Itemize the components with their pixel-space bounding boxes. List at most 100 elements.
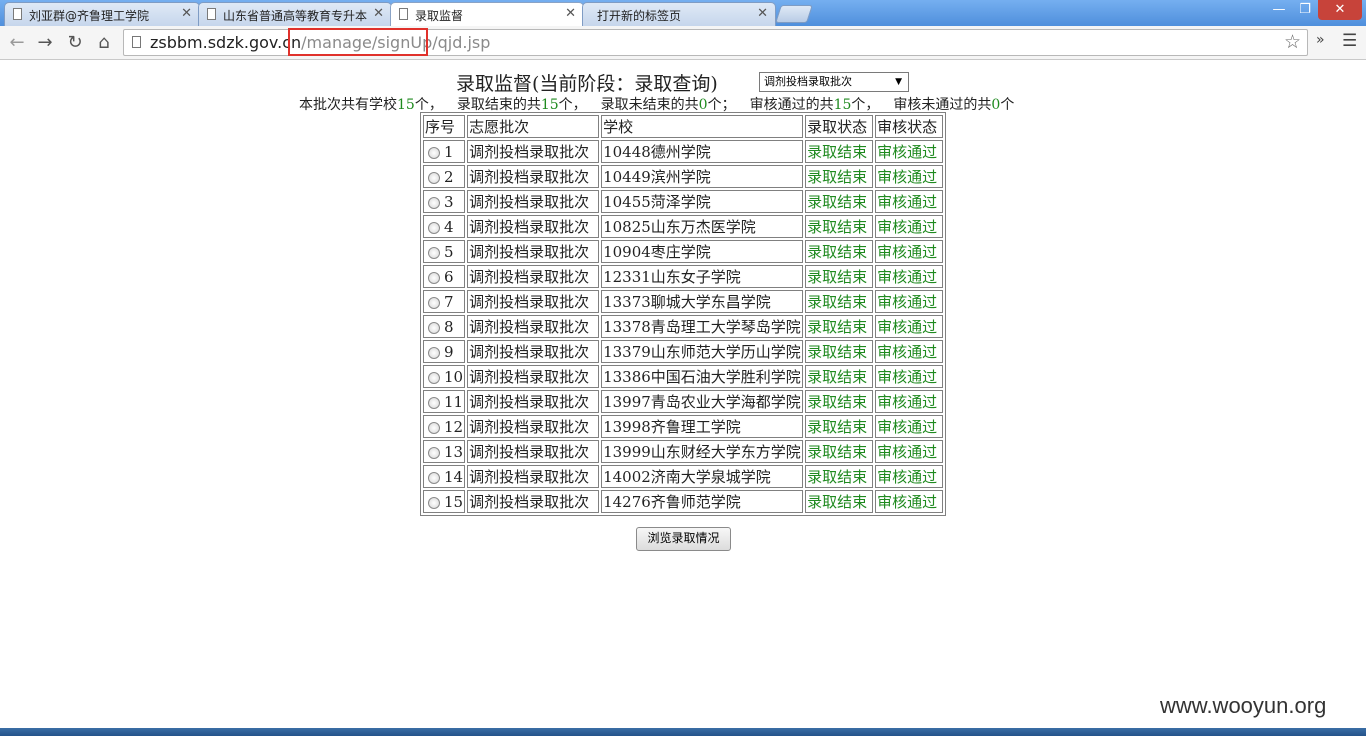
school-cell: 13997青岛农业大学海都学院 [601,390,804,413]
home-icon[interactable]: ⌂ [93,32,115,54]
audit-cell: 审核通过 [875,290,944,313]
new-tab-button[interactable] [775,5,813,23]
status-cell: 录取结束 [805,290,874,313]
row-seq: 1 [444,142,454,161]
column-header: 录取状态 [805,115,874,138]
batch-cell: 调剂投档录取批次 [467,390,600,413]
table-row: 8 调剂投档录取批次 13378青岛理工大学琴岛学院 录取结束 审核通过 [423,315,944,338]
batch-select[interactable]: 调剂投档录取批次 ▼ [759,72,909,92]
seq-cell: 1 [423,140,466,163]
row-radio[interactable] [428,146,440,159]
status-cell: 录取结束 [805,490,874,513]
table-row: 7 调剂投档录取批次 13373聊城大学东昌学院 录取结束 审核通过 [423,290,944,313]
menu-icon[interactable]: ☰ [1342,31,1357,51]
maximize-icon[interactable]: ❐ [1292,0,1318,20]
table-row: 6 调剂投档录取批次 12331山东女子学院 录取结束 审核通过 [423,265,944,288]
watermark: www.wooyun.org [1160,693,1327,718]
row-radio[interactable] [428,196,440,209]
tab-title: 录取监督 [415,9,464,23]
row-seq: 5 [444,242,454,261]
table-row: 9 调剂投档录取批次 13379山东师范大学历山学院 录取结束 审核通过 [423,340,944,363]
reload-icon[interactable]: ↻ [64,32,86,54]
seq-cell: 7 [423,290,466,313]
school-cell: 13386中国石油大学胜利学院 [601,365,804,388]
window-close-icon[interactable]: ✕ [1318,0,1362,20]
minimize-icon[interactable]: — [1266,0,1292,20]
school-cell: 13379山东师范大学历山学院 [601,340,804,363]
forward-icon[interactable]: → [34,32,56,54]
tab-title: 刘亚群@齐鲁理工学院 [29,9,150,23]
page-icon [132,36,141,48]
table-row: 1 调剂投档录取批次 10448德州学院 录取结束 审核通过 [423,140,944,163]
extensions-overflow-icon[interactable]: » [1316,32,1325,48]
row-radio[interactable] [428,346,440,359]
row-radio[interactable] [428,171,440,184]
row-radio[interactable] [428,221,440,234]
audit-cell: 审核通过 [875,440,944,463]
school-cell: 13999山东财经大学东方学院 [601,440,804,463]
batch-cell: 调剂投档录取批次 [467,465,600,488]
summary-line: 本批次共有学校15个， 录取结束的共15个， 录取未结束的共0个； 审核通过的共15个… [299,94,1014,114]
close-icon[interactable]: ✕ [565,6,576,21]
school-cell: 10448德州学院 [601,140,804,163]
seq-cell: 8 [423,315,466,338]
row-radio[interactable] [428,246,440,259]
audit-cell: 审核通过 [875,140,944,163]
address-bar[interactable]: zsbbm.sdzk.gov.cn/manage/signUp/qjd.jsp … [123,28,1308,56]
seq-cell: 6 [423,265,466,288]
summary-unfinished-label: 录取未结束的共 [600,97,699,113]
tab-4[interactable]: 打开新的标签页 ✕ [582,2,776,26]
bookmark-star-icon[interactable]: ☆ [1284,31,1301,53]
close-icon[interactable]: ✕ [181,6,192,21]
batch-cell: 调剂投档录取批次 [467,340,600,363]
url-host: zsbbm.sdzk.gov.cn [150,33,302,52]
row-radio[interactable] [428,321,440,334]
summary-finished-label: 录取结束的共 [456,97,541,113]
row-radio[interactable] [428,496,440,509]
tab-2[interactable]: 山东省普通高等教育专升本 ✕ [198,2,392,26]
table-row: 12 调剂投档录取批次 13998齐鲁理工学院 录取结束 审核通过 [423,415,944,438]
school-cell: 10449滨州学院 [601,165,804,188]
row-radio[interactable] [428,271,440,284]
batch-cell: 调剂投档录取批次 [467,290,600,313]
status-cell: 录取结束 [805,265,874,288]
school-cell: 10455菏泽学院 [601,190,804,213]
status-cell: 录取结束 [805,240,874,263]
table-row: 4 调剂投档录取批次 10825山东万杰医学院 录取结束 审核通过 [423,215,944,238]
summary-passed-label: 审核通过的共 [749,97,834,113]
school-cell: 14002济南大学泉城学院 [601,465,804,488]
close-icon[interactable]: ✕ [373,6,384,21]
seq-cell: 5 [423,240,466,263]
close-icon[interactable]: ✕ [757,6,768,21]
audit-cell: 审核通过 [875,215,944,238]
row-radio[interactable] [428,396,440,409]
row-radio[interactable] [428,296,440,309]
table-row: 14 调剂投档录取批次 14002济南大学泉城学院 录取结束 审核通过 [423,465,944,488]
school-cell: 13373聊城大学东昌学院 [601,290,804,313]
table-header-row: 序号 志愿批次 学校 录取状态 审核状态 [423,115,944,138]
row-radio[interactable] [428,371,440,384]
page-title: 录取监督(当前阶段：录取查询) [456,73,718,95]
back-icon[interactable]: ← [6,32,28,54]
page-content: 录取监督(当前阶段：录取查询) 调剂投档录取批次 ▼ 本批次共有学校15个， 录取… [0,61,1366,701]
row-radio[interactable] [428,421,440,434]
tab-title: 山东省普通高等教育专升本 [223,9,368,23]
summary-total-label: 本批次共有学校 [299,97,397,113]
tab-3[interactable]: 录取监督 ✕ [390,2,584,26]
status-cell: 录取结束 [805,365,874,388]
table-row: 13 调剂投档录取批次 13999山东财经大学东方学院 录取结束 审核通过 [423,440,944,463]
summary-unfinished: 0 [698,97,708,113]
row-seq: 13 [444,442,464,461]
tab-1[interactable]: 刘亚群@齐鲁理工学院 ✕ [4,2,200,26]
row-radio[interactable] [428,471,440,484]
summary-unit: 个； [707,97,736,113]
audit-cell: 审核通过 [875,415,944,438]
batch-cell: 调剂投档录取批次 [467,140,600,163]
seq-cell: 9 [423,340,466,363]
row-radio[interactable] [428,446,440,459]
summary-finished: 15 [540,97,559,113]
browse-admission-button[interactable]: 浏览录取情况 [636,527,731,551]
batch-cell: 调剂投档录取批次 [467,365,600,388]
page-icon [13,8,22,20]
batch-cell: 调剂投档录取批次 [467,215,600,238]
